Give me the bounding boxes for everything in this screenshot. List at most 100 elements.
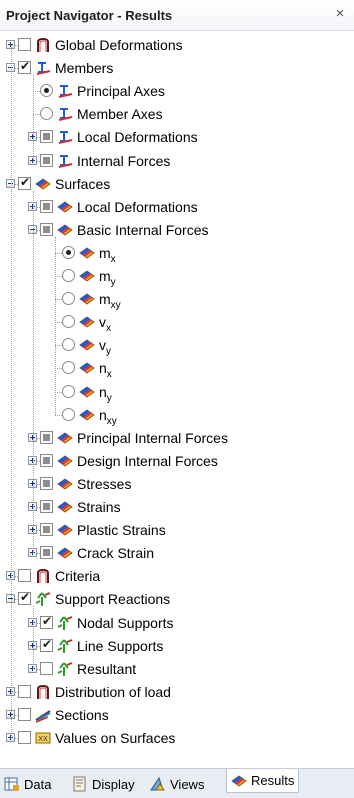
label-text: Plastic Strains (77, 522, 166, 539)
checkbox[interactable] (40, 130, 53, 144)
label-text: Sections (55, 706, 109, 723)
checkbox[interactable] (18, 590, 31, 606)
surface-icon (79, 245, 95, 261)
checkbox[interactable] (40, 614, 53, 629)
tree-item-internal-forces[interactable]: Internal Forces (0, 150, 354, 173)
label-text: Internal Forces (77, 152, 171, 169)
tree-item-principal-axes[interactable]: Principal Axes (0, 80, 354, 103)
checkbox[interactable] (40, 430, 53, 444)
tree-item-label: Principal Axes (77, 83, 165, 100)
radio-button[interactable] (62, 407, 75, 421)
tree-item-label: Members (55, 60, 113, 77)
checkbox[interactable] (18, 731, 31, 744)
label-text: Members (55, 60, 114, 77)
tree-item-member-local-deformations[interactable]: Local Deformations (0, 126, 354, 149)
tree-item-mxy[interactable]: mxy (0, 288, 354, 311)
section-icon (35, 707, 51, 723)
tree-item-crack-strain[interactable]: Crack Strain (0, 542, 354, 565)
checkbox[interactable] (18, 59, 31, 75)
tree-item-distribution-of-load[interactable]: Distribution of load (0, 681, 354, 704)
support-icon (35, 591, 51, 607)
tree-item-nodal-supports[interactable]: Nodal Supports (0, 612, 354, 635)
tree-item-global-deformations[interactable]: Global Deformations (0, 34, 354, 57)
checkbox[interactable] (40, 222, 53, 236)
checkbox[interactable] (40, 476, 53, 490)
checkbox[interactable] (40, 523, 53, 537)
tree-item-vx[interactable]: vx (0, 311, 354, 334)
tree-item-surface-local-deformations[interactable]: Local Deformations (0, 196, 354, 219)
support-icon (57, 661, 73, 677)
tab-results[interactable]: Results (226, 769, 300, 793)
title-bar: Project Navigator - Results × (0, 0, 354, 31)
support-icon (57, 615, 73, 631)
tree-item-label: Crack Strain (77, 545, 154, 562)
checkbox[interactable] (18, 38, 31, 51)
tree-item-label: Values on Surfaces (55, 730, 175, 747)
checkbox[interactable] (18, 569, 31, 583)
tree-item-nxy[interactable]: nxy (0, 404, 354, 427)
tree-item-surfaces[interactable]: Surfaces (0, 173, 354, 196)
checkbox[interactable] (18, 707, 31, 721)
tree-item-plastic-strains[interactable]: Plastic Strains (0, 519, 354, 542)
checkbox[interactable] (40, 153, 53, 167)
tree-item-principal-internal-forces[interactable]: Principal Internal Forces (0, 427, 354, 450)
close-icon[interactable]: × (332, 6, 348, 22)
tree-item-member-axes[interactable]: Member Axes (0, 103, 354, 126)
radio-button[interactable] (62, 245, 75, 259)
tab-label: Views (170, 776, 205, 792)
radio-button[interactable] (40, 107, 53, 121)
label-text: v (99, 337, 106, 354)
label-subscript: xy (106, 415, 117, 427)
tree-item-line-supports[interactable]: Line Supports (0, 635, 354, 658)
tree-item-label: Strains (77, 499, 121, 516)
tree-item-sections[interactable]: Sections (0, 704, 354, 727)
radio-button[interactable] (62, 269, 75, 282)
radio-button[interactable] (62, 315, 75, 329)
tree-item-vy[interactable]: vy (0, 334, 354, 357)
tree-item-members[interactable]: Members (0, 57, 354, 80)
tree-item-resultant[interactable]: Resultant (0, 658, 354, 681)
tree-item-label: Stresses (77, 476, 131, 493)
tree-item-strains[interactable]: Strains (0, 496, 354, 519)
label-text: n (99, 406, 107, 423)
tree-item-criteria[interactable]: Criteria (0, 565, 354, 588)
checkbox[interactable] (40, 546, 53, 560)
tree-item-design-internal-forces[interactable]: Design Internal Forces (0, 450, 354, 473)
tab-data[interactable]: Data (4, 772, 51, 796)
surface-icon (79, 407, 95, 423)
checkbox[interactable] (40, 637, 53, 652)
tab-display[interactable]: Display (72, 772, 135, 796)
tree-item-stresses[interactable]: Stresses (0, 473, 354, 496)
label-text: Line Supports (77, 637, 164, 654)
tree-item-support-reactions[interactable]: Support Reactions (0, 588, 354, 611)
checkbox[interactable] (40, 661, 53, 675)
tree-item-basic-internal-forces[interactable]: Basic Internal Forces (0, 219, 354, 242)
radio-button[interactable] (62, 292, 75, 306)
checkbox[interactable] (18, 684, 31, 698)
checkbox[interactable] (40, 453, 53, 467)
tree-item-ny[interactable]: ny (0, 381, 354, 404)
radio-button[interactable] (62, 338, 75, 352)
member-icon (57, 129, 73, 145)
radio-button[interactable] (62, 361, 75, 375)
tree-connector (55, 252, 62, 254)
values-icon: XX (35, 730, 51, 746)
tree-item-mx[interactable]: mx (0, 242, 354, 265)
checkbox[interactable] (40, 500, 53, 513)
tree-guide-line (11, 45, 12, 738)
checkbox[interactable] (18, 175, 31, 190)
radio-button[interactable] (62, 384, 75, 398)
label-text: m (99, 291, 111, 308)
tree-item-nx[interactable]: nx (0, 357, 354, 380)
views-icon (150, 776, 166, 792)
radio-button[interactable] (40, 84, 53, 98)
label-text: Member Axes (77, 106, 163, 123)
label-text: Criteria (55, 568, 101, 585)
tree-item-values-on-surfaces[interactable]: XX Values on Surfaces (0, 727, 354, 750)
surface-icon (57, 476, 73, 492)
tab-views[interactable]: Views (150, 772, 204, 796)
checkbox[interactable] (40, 199, 53, 213)
svg-text:XX: XX (38, 735, 48, 743)
tree-item-my[interactable]: my (0, 265, 354, 288)
tree-item-label: Resultant (77, 661, 136, 678)
